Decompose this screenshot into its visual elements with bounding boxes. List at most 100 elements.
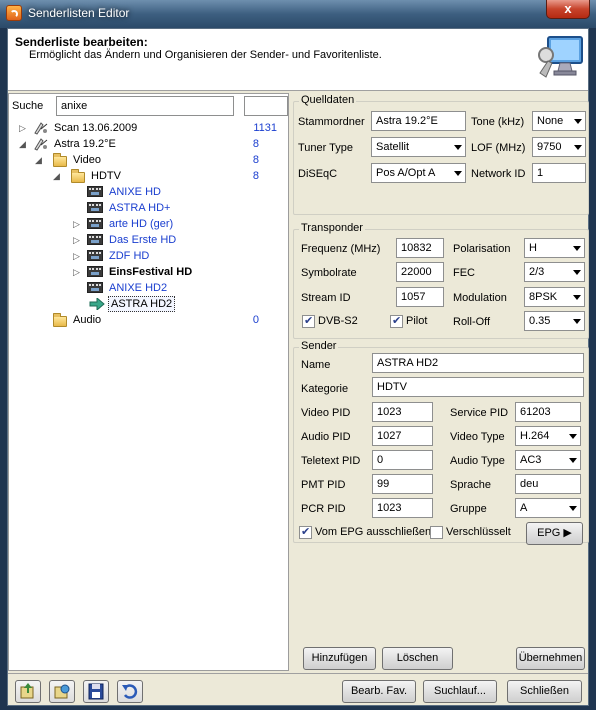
film-icon [87, 186, 103, 197]
move-arrow-icon [89, 298, 105, 310]
expand-arrow-icon[interactable]: ▷ [19, 124, 27, 133]
encrypted-label: Verschlüsselt [446, 526, 511, 538]
kategorie-field[interactable]: HDTV [372, 377, 584, 397]
import-icon [20, 683, 34, 699]
search-input[interactable]: anixe [56, 96, 234, 116]
audio-pid-field[interactable]: 1027 [372, 426, 433, 446]
epg-exclude-label: Vom EPG ausschließen [315, 526, 432, 538]
apply-button[interactable]: Übernehmen [516, 647, 585, 670]
roll-off-label: Roll-Off [453, 316, 491, 328]
roll-off-select[interactable]: 0.35 [524, 311, 585, 331]
group-title: Quelldaten [299, 94, 357, 106]
tuner-type-select[interactable]: Satellit [371, 137, 466, 157]
dvb-s2-checkbox[interactable] [302, 314, 315, 328]
fec-select[interactable]: 2/3 [524, 262, 585, 282]
header-title: Senderliste bearbeiten: [15, 35, 148, 49]
video-type-select[interactable]: H.264 [515, 426, 581, 446]
service-pid-label: Service PID [450, 407, 509, 419]
fec-label: FEC [453, 267, 475, 279]
audio-type-select[interactable]: AC3 [515, 450, 581, 470]
tree-item-count: 8 [252, 154, 259, 166]
triangle-right-icon: ▶ [563, 527, 572, 539]
lof-select[interactable]: 9750 [532, 137, 586, 157]
close-window-button[interactable]: x [546, 0, 590, 19]
encrypted-checkbox[interactable] [430, 526, 443, 539]
tree-item-hdtv[interactable]: ◢ HDTV 8 [53, 168, 289, 184]
expand-arrow-icon[interactable]: ▷ [73, 220, 81, 229]
group-title: Transponder [299, 222, 365, 234]
stammordner-field[interactable]: Astra 19.2°E [371, 111, 466, 131]
save-button[interactable] [83, 680, 109, 703]
tree-item-astra[interactable]: ◢ Astra 19.2°E 8 [19, 136, 289, 152]
service-pid-field[interactable]: 61203 [515, 402, 581, 422]
tree-item-video[interactable]: ◢ Video 8 [35, 152, 289, 168]
edit-favorites-button[interactable]: Bearb. Fav. [342, 680, 416, 703]
footer-separator [8, 673, 588, 674]
epg-button-label: EPG [537, 527, 561, 539]
network-id-label: Network ID [471, 168, 526, 180]
kategorie-label: Kategorie [301, 383, 349, 395]
diseqc-select[interactable]: Pos A/Opt A [371, 163, 466, 183]
channel-label: ASTRA HD2 [108, 296, 176, 312]
export-button[interactable] [49, 680, 75, 703]
audio-type-value: AC3 [520, 454, 542, 466]
teletext-pid-field[interactable]: 0 [372, 450, 433, 470]
tone-select[interactable]: None [532, 111, 586, 131]
symbolrate-field[interactable]: 22000 [396, 262, 444, 282]
title-bar[interactable]: Senderlisten Editor x [0, 0, 596, 28]
tree-item-label: Video [73, 154, 101, 166]
folder-icon [53, 313, 67, 327]
channel-search-button[interactable]: Suchlauf... [423, 680, 497, 703]
tree-item-audio[interactable]: Audio 0 [35, 312, 289, 328]
tree-item-count: 8 [252, 138, 259, 150]
delete-button[interactable]: Löschen [382, 647, 453, 670]
collapse-arrow-icon[interactable]: ◢ [19, 140, 27, 149]
tree-item-scan[interactable]: ▷ Scan 13.06.2009 1131 [19, 120, 289, 136]
tree-item-label: Audio [73, 314, 102, 326]
dvb-s2-label: DVB-S2 [318, 315, 358, 327]
video-type-value: H.264 [520, 430, 550, 442]
channel-label: EinsFestival HD [109, 266, 193, 278]
epg-exclude-checkbox[interactable] [299, 525, 312, 539]
tree-item-count: 0 [252, 314, 259, 326]
expand-arrow-icon[interactable]: ▷ [73, 252, 81, 261]
dialog-header: Senderliste bearbeiten: Ermöglicht das Ä… [8, 29, 588, 91]
polarisation-value: H [529, 242, 537, 254]
close-button[interactable]: Schließen [507, 680, 582, 703]
collapse-arrow-icon[interactable]: ◢ [53, 172, 61, 181]
name-field[interactable]: ASTRA HD2 [372, 353, 584, 373]
folder-icon [71, 169, 85, 183]
network-id-field[interactable]: 1 [532, 163, 586, 183]
modulation-select[interactable]: 8PSK [524, 287, 585, 307]
import-button[interactable] [15, 680, 41, 703]
symbolrate-label: Symbolrate [301, 267, 357, 279]
tone-value: None [537, 115, 564, 127]
frequenz-field[interactable]: 10832 [396, 238, 444, 258]
polarisation-select[interactable]: H [524, 238, 585, 258]
polarisation-label: Polarisation [453, 243, 511, 255]
pilot-checkbox[interactable] [390, 314, 403, 328]
expand-arrow-icon[interactable]: ▷ [73, 268, 81, 277]
expand-arrow-icon[interactable]: ▷ [73, 236, 81, 245]
diseqc-value: Pos A/Opt A [376, 167, 436, 179]
group-title: Sender [299, 340, 339, 352]
stream-id-field[interactable]: 1057 [396, 287, 444, 307]
collapse-arrow-icon[interactable]: ◢ [35, 156, 43, 165]
epg-button[interactable]: EPG ▶ [526, 522, 583, 545]
pmt-pid-field[interactable]: 99 [372, 474, 433, 494]
undo-button[interactable] [117, 680, 143, 703]
floppy-disk-icon [88, 683, 104, 700]
film-icon [87, 282, 103, 293]
export-icon [54, 684, 70, 699]
monitor-icon [538, 36, 583, 78]
video-pid-field[interactable]: 1023 [372, 402, 433, 422]
sprache-field[interactable]: deu [515, 474, 581, 494]
tone-label: Tone (kHz) [471, 116, 525, 128]
lof-value: 9750 [537, 141, 562, 153]
pcr-pid-field[interactable]: 1023 [372, 498, 433, 518]
stream-id-label: Stream ID [301, 292, 351, 304]
search-extra-input[interactable] [244, 96, 288, 116]
gruppe-select[interactable]: A [515, 498, 581, 518]
add-button[interactable]: Hinzufügen [303, 647, 376, 670]
tree-item-label: Scan 13.06.2009 [54, 122, 138, 134]
